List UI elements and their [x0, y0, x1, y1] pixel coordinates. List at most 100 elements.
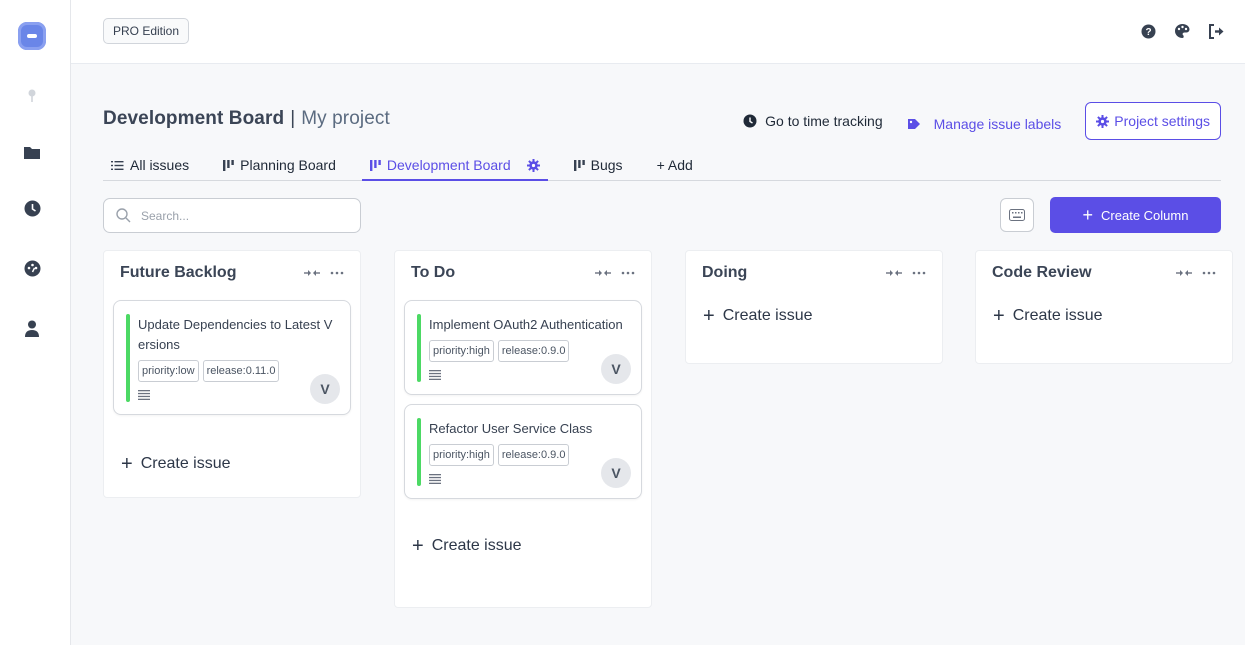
clock-icon[interactable]	[22, 198, 42, 218]
description-icon	[429, 370, 441, 380]
issue-labels: priority:high release:0.9.0	[429, 340, 629, 362]
time-tracking-link[interactable]: Go to time tracking	[743, 113, 883, 129]
issue-label[interactable]: release:0.9.0	[497, 340, 570, 362]
gear-icon[interactable]	[526, 158, 540, 172]
issue-title: Refactor User Service Class	[429, 421, 593, 436]
logout-icon[interactable]	[1207, 22, 1225, 40]
tab-all-issues[interactable]: All issues	[103, 150, 197, 180]
create-column-label: Create Column	[1101, 207, 1189, 223]
issue-card[interactable]: Implement OAuth2 Authentication priority…	[404, 300, 642, 395]
project-settings-button[interactable]: Project settings	[1085, 102, 1221, 140]
folder-icon[interactable]	[22, 142, 42, 162]
tab-planning-board[interactable]: Planning Board	[215, 150, 344, 180]
time-tracking-label: Go to time tracking	[765, 113, 883, 129]
create-column-button[interactable]: + Create Column	[1050, 197, 1221, 233]
issue-card[interactable]: Update Dependencies to Latest Versions p…	[113, 300, 351, 415]
column-controls	[886, 269, 926, 277]
search-input[interactable]	[141, 208, 341, 223]
tab-bugs[interactable]: Bugs	[566, 150, 631, 180]
more-icon[interactable]	[912, 271, 926, 275]
issue-labels: priority:low release:0.11.0	[138, 360, 338, 382]
description-icon	[429, 474, 441, 484]
board-column: Doing + Create issue	[685, 250, 943, 364]
issue-label[interactable]: release:0.11.0	[202, 360, 280, 382]
top-icons: ?	[1139, 22, 1225, 40]
issue-label[interactable]: priority:low	[138, 360, 199, 382]
column-header: Doing	[686, 251, 942, 295]
more-icon[interactable]	[621, 271, 635, 275]
tab-label: All issues	[130, 157, 190, 173]
tab-label: Development Board	[386, 157, 511, 173]
priority-bar	[417, 418, 421, 486]
column-title: Code Review	[992, 264, 1092, 281]
assignee-avatar[interactable]: V	[601, 458, 631, 488]
issue-labels: priority:high release:0.9.0	[429, 444, 629, 466]
project-name[interactable]: My project	[301, 108, 390, 129]
palette-icon[interactable]	[1173, 22, 1191, 40]
more-icon[interactable]	[330, 271, 344, 275]
plus-icon: +	[412, 535, 424, 557]
description-icon	[138, 390, 150, 400]
page-title: Development Board | My project	[103, 108, 390, 130]
left-rail	[0, 0, 71, 645]
search-box[interactable]	[103, 198, 361, 233]
dashboard-icon[interactable]	[22, 258, 42, 278]
board-title: Development Board	[103, 108, 285, 129]
column-header: To Do	[395, 251, 651, 295]
create-issue-label: Create issue	[1012, 307, 1103, 324]
board-icon	[369, 159, 381, 171]
keyboard-shortcuts-button[interactable]	[1000, 198, 1034, 232]
assignee-avatar[interactable]: V	[601, 354, 631, 384]
list-icon	[111, 160, 124, 170]
card-footer	[429, 470, 629, 488]
plus-icon: +	[121, 453, 133, 475]
tab-development-board[interactable]: Development Board	[361, 150, 548, 181]
top-bar: PRO Edition ?	[71, 0, 1245, 64]
header-actions: Go to time tracking Manage issue labels …	[719, 102, 1221, 140]
create-issue-button[interactable]: + Create issue	[976, 301, 1232, 331]
board-column: Future Backlog Update Dependencies to La…	[103, 250, 361, 498]
tab-add[interactable]: + Add	[649, 150, 701, 180]
project-settings-label: Project settings	[1114, 113, 1210, 129]
create-issue-label: Create issue	[722, 307, 813, 324]
gear-icon	[1096, 114, 1110, 128]
create-issue-label: Create issue	[431, 537, 522, 554]
collapse-icon[interactable]	[1176, 269, 1192, 277]
create-issue-label: Create issue	[140, 455, 231, 472]
main-content: Development Board | My project Go to time …	[71, 64, 1245, 645]
column-controls	[304, 269, 344, 277]
column-controls	[595, 269, 635, 277]
collapse-icon[interactable]	[886, 269, 902, 277]
issue-label[interactable]: priority:high	[429, 444, 494, 466]
tab-label: Bugs	[590, 157, 623, 173]
issue-label[interactable]: priority:high	[429, 340, 494, 362]
pin-icon[interactable]	[22, 86, 42, 106]
create-issue-button[interactable]: + Create issue	[104, 449, 360, 479]
manage-labels-link[interactable]: Manage issue labels	[907, 116, 1061, 132]
issue-title: Implement OAuth2 Authentication	[429, 317, 623, 332]
issue-title: Update Dependencies to Latest Versions	[138, 317, 333, 352]
issue-card[interactable]: Refactor User Service Class priority:hig…	[404, 404, 642, 499]
board-column: Code Review + Create issue	[975, 250, 1233, 364]
tab-label: + Add	[656, 157, 693, 173]
edition-badge[interactable]: PRO Edition	[103, 18, 190, 44]
more-icon[interactable]	[1202, 271, 1216, 275]
priority-bar	[126, 314, 130, 402]
column-controls	[1176, 269, 1216, 277]
tag-icon	[907, 118, 920, 129]
column-title: To Do	[411, 264, 456, 281]
tab-label: Planning Board	[240, 157, 336, 173]
create-issue-button[interactable]: + Create issue	[395, 531, 651, 561]
column-header: Code Review	[976, 251, 1232, 295]
help-icon[interactable]: ?	[1139, 22, 1157, 40]
search-icon	[116, 208, 131, 223]
collapse-icon[interactable]	[304, 269, 320, 277]
assignee-avatar[interactable]: V	[310, 374, 340, 404]
plus-icon: +	[1082, 205, 1094, 225]
user-icon[interactable]	[22, 318, 42, 338]
column-title: Doing	[702, 264, 748, 281]
collapse-icon[interactable]	[595, 269, 611, 277]
issue-label[interactable]: release:0.9.0	[497, 444, 570, 466]
app-logo[interactable]	[18, 22, 46, 50]
create-issue-button[interactable]: + Create issue	[686, 301, 942, 331]
